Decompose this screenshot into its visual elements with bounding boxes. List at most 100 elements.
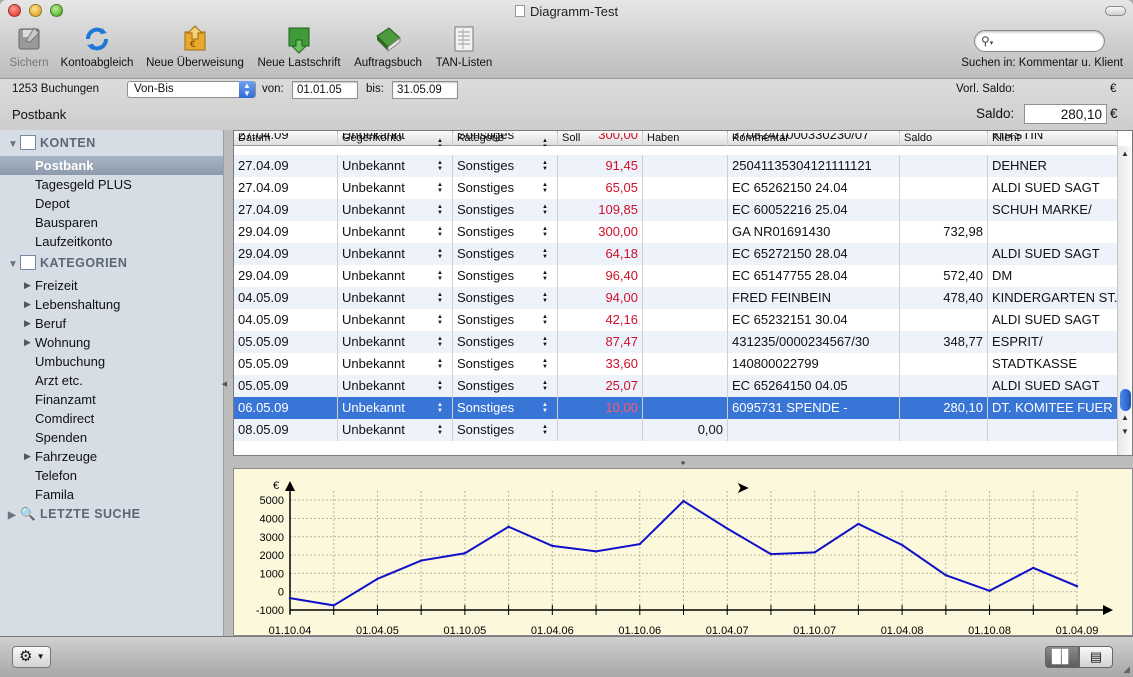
table-row[interactable]: 27.04.09 Unbekannt ▲▼ Sonstiges ▲▼ 300,00 3708… xyxy=(234,133,1118,146)
cell-category[interactable]: Sonstiges ▲▼ xyxy=(453,243,558,265)
table-row[interactable]: 08.05.09 Unbekannt ▲▼ Sonstiges ▲▼ 0,00 xyxy=(234,419,1118,441)
kategorien-header[interactable]: ▼ KATEGORIEN xyxy=(8,255,127,270)
sidebar-item-postbank[interactable]: Postbank xyxy=(0,156,223,175)
cell-counter-account[interactable]: Unbekannt ▲▼ xyxy=(338,375,453,397)
sidebar-item-arzt-etc[interactable]: Arzt etc. xyxy=(0,371,223,390)
konten-header[interactable]: ▼ KONTEN xyxy=(8,135,96,150)
sidebar-item-lebenshaltung[interactable]: ▶ Lebenshaltung xyxy=(0,295,223,314)
table-row[interactable]: 27.04.09 Unbekannt ▲▼ Sonstiges ▲▼ 65,05 EC 65… xyxy=(234,177,1118,199)
table-row[interactable]: 05.05.09 Unbekannt ▲▼ Sonstiges ▲▼ 33,60 14080… xyxy=(234,353,1118,375)
popup-arrows-icon[interactable]: ▲▼ xyxy=(437,248,443,260)
orderbook-button[interactable]: Auftragsbuch xyxy=(350,24,426,69)
scroll-down-arrow-icon[interactable]: ▼ xyxy=(1121,427,1129,436)
table-row[interactable]: 29.04.09 Unbekannt ▲▼ Sonstiges ▲▼ 64,18 EC 65… xyxy=(234,243,1118,265)
cell-counter-account[interactable]: Unbekannt ▲▼ xyxy=(338,287,453,309)
sidebar-item-beruf[interactable]: ▶ Beruf xyxy=(0,314,223,333)
table-row[interactable]: 29.04.09 Unbekannt ▲▼ Sonstiges ▲▼ 96,40 EC 65… xyxy=(234,265,1118,287)
table-row[interactable]: 29.04.09 Unbekannt ▲▼ Sonstiges ▲▼ 300,00 GA N… xyxy=(234,221,1118,243)
sidebar-collapse-handle[interactable]: ◀ xyxy=(222,380,227,388)
vertical-scrollbar[interactable]: ▲ ▲ ▼ xyxy=(1117,146,1132,455)
disclosure-triangle-icon[interactable]: ▶ xyxy=(24,333,31,352)
sidebar-item-telefon[interactable]: Telefon xyxy=(0,466,223,485)
sidebar-item-famila[interactable]: Famila xyxy=(0,485,223,504)
popup-arrows-icon[interactable]: ▲▼ xyxy=(542,160,548,172)
disclosure-triangle-icon[interactable]: ▶ xyxy=(24,314,31,333)
popup-arrows-icon[interactable]: ▲▼ xyxy=(542,204,548,216)
scroll-up-arrow-icon[interactable]: ▲ xyxy=(1121,149,1129,158)
cell-category[interactable]: Sonstiges ▲▼ xyxy=(453,199,558,221)
cell-category[interactable]: Sonstiges ▲▼ xyxy=(453,133,558,146)
from-date-field[interactable]: 01.01.05 xyxy=(292,81,358,99)
popup-arrows-icon[interactable]: ▲▼ xyxy=(542,314,548,326)
popup-arrows-icon[interactable]: ▲▼ xyxy=(437,204,443,216)
action-menu-button[interactable]: ⚙ ▼ xyxy=(12,646,51,668)
disclosure-triangle-icon[interactable]: ▶ xyxy=(24,447,31,466)
popup-arrows-icon[interactable]: ▲▼ xyxy=(437,358,443,370)
popup-arrows-icon[interactable]: ▲▼ xyxy=(437,314,443,326)
popup-arrows-icon[interactable]: ▲▼ xyxy=(437,138,443,146)
table-row[interactable]: 06.05.09 Unbekannt ▲▼ Sonstiges ▲▼ 10,00 60957… xyxy=(234,397,1118,419)
table-row[interactable]: 27.04.09 Unbekannt ▲▼ Sonstiges ▲▼ 109,85 EC 6… xyxy=(234,199,1118,221)
cell-counter-account[interactable]: Unbekannt ▲▼ xyxy=(338,133,453,146)
cell-counter-account[interactable]: Unbekannt ▲▼ xyxy=(338,309,453,331)
popup-arrows-icon[interactable]: ▲▼ xyxy=(542,138,548,146)
sidebar-item-comdirect[interactable]: Comdirect xyxy=(0,409,223,428)
popup-arrows-icon[interactable]: ▲▼ xyxy=(437,226,443,238)
kontoabgleich-button[interactable]: Kontoabgleich xyxy=(56,24,138,69)
cell-counter-account[interactable]: Unbekannt ▲▼ xyxy=(338,331,453,353)
table-row[interactable]: 05.05.09 Unbekannt ▲▼ Sonstiges ▲▼ 87,47 43123… xyxy=(234,331,1118,353)
sidebar-item-laufzeitkonto[interactable]: Laufzeitkonto xyxy=(0,232,223,251)
disclosure-triangle-icon[interactable]: ▶ xyxy=(24,295,31,314)
cell-category[interactable]: Sonstiges ▲▼ xyxy=(453,375,558,397)
table-row[interactable]: 27.04.09 Unbekannt ▲▼ Sonstiges ▲▼ 91,45 25041… xyxy=(234,155,1118,177)
popup-arrows-icon[interactable]: ▲▼ xyxy=(437,182,443,194)
cell-category[interactable]: Sonstiges ▲▼ xyxy=(453,177,558,199)
cell-counter-account[interactable]: Unbekannt ▲▼ xyxy=(338,353,453,375)
scroll-up-arrow-icon[interactable]: ▲ xyxy=(1121,413,1129,422)
list-view-button[interactable]: ▤ xyxy=(1079,646,1113,668)
popup-arrows-icon[interactable]: ▲▼ xyxy=(542,248,548,260)
last-search-header[interactable]: ▶ 🔍 LETZTE SUCHE xyxy=(8,507,140,522)
toolbar-toggle-button[interactable] xyxy=(1105,6,1126,16)
cell-category[interactable]: Sonstiges ▲▼ xyxy=(453,397,558,419)
cell-counter-account[interactable]: Unbekannt ▲▼ xyxy=(338,155,453,177)
popup-arrows-icon[interactable]: ▲▼ xyxy=(542,292,548,304)
popup-arrows-icon[interactable]: ▲▼ xyxy=(542,270,548,282)
cell-category[interactable]: Sonstiges ▲▼ xyxy=(453,353,558,375)
disclosure-triangle-icon[interactable]: ▶ xyxy=(24,276,31,295)
popup-arrows-icon[interactable]: ▲▼ xyxy=(437,292,443,304)
cell-counter-account[interactable]: Unbekannt ▲▼ xyxy=(338,199,453,221)
sidebar-item-umbuchung[interactable]: Umbuchung xyxy=(0,352,223,371)
popup-arrows-icon[interactable]: ▲▼ xyxy=(542,424,548,436)
cell-counter-account[interactable]: Unbekannt ▲▼ xyxy=(338,177,453,199)
cell-category[interactable]: Sonstiges ▲▼ xyxy=(453,221,558,243)
popup-arrows-icon[interactable]: ▲▼ xyxy=(542,336,548,348)
popup-arrows-icon[interactable]: ▲▼ xyxy=(437,270,443,282)
table-row[interactable]: 04.05.09 Unbekannt ▲▼ Sonstiges ▲▼ 42,16 EC 65… xyxy=(234,309,1118,331)
cell-category[interactable]: Sonstiges ▲▼ xyxy=(453,287,558,309)
popup-arrows-icon[interactable]: ▲▼ xyxy=(437,424,443,436)
to-date-field[interactable]: 31.05.09 xyxy=(392,81,458,99)
popup-arrows-icon[interactable]: ▲▼ xyxy=(437,380,443,392)
split-view-divider[interactable]: ● xyxy=(233,457,1133,468)
popup-arrows-icon[interactable]: ▲▼ xyxy=(542,358,548,370)
cell-category[interactable]: Sonstiges ▲▼ xyxy=(453,309,558,331)
new-transfer-button[interactable]: € Neue Überweisung xyxy=(144,24,246,69)
sidebar-item-fahrzeuge[interactable]: ▶ Fahrzeuge xyxy=(0,447,223,466)
sidebar-item-wohnung[interactable]: ▶ Wohnung xyxy=(0,333,223,352)
cell-counter-account[interactable]: Unbekannt ▲▼ xyxy=(338,243,453,265)
cell-counter-account[interactable]: Unbekannt ▲▼ xyxy=(338,419,453,441)
popup-arrows-icon[interactable]: ▲▼ xyxy=(437,336,443,348)
popup-arrows-icon[interactable]: ▲▼ xyxy=(542,380,548,392)
popup-arrows-icon[interactable]: ▲▼ xyxy=(542,226,548,238)
cell-category[interactable]: Sonstiges ▲▼ xyxy=(453,265,558,287)
sidebar-item-bausparen[interactable]: Bausparen xyxy=(0,213,223,232)
table-row[interactable]: 04.05.09 Unbekannt ▲▼ Sonstiges ▲▼ 94,00 FRED … xyxy=(234,287,1118,309)
popup-arrows-icon[interactable]: ▲▼ xyxy=(542,402,548,414)
sidebar-item-finanzamt[interactable]: Finanzamt xyxy=(0,390,223,409)
cell-category[interactable]: Sonstiges ▲▼ xyxy=(453,419,558,441)
date-range-select[interactable]: Von-Bis ▲ ▼ xyxy=(127,81,256,98)
popup-arrows-icon[interactable]: ▲▼ xyxy=(437,402,443,414)
cell-category[interactable]: Sonstiges ▲▼ xyxy=(453,155,558,177)
cell-counter-account[interactable]: Unbekannt ▲▼ xyxy=(338,265,453,287)
